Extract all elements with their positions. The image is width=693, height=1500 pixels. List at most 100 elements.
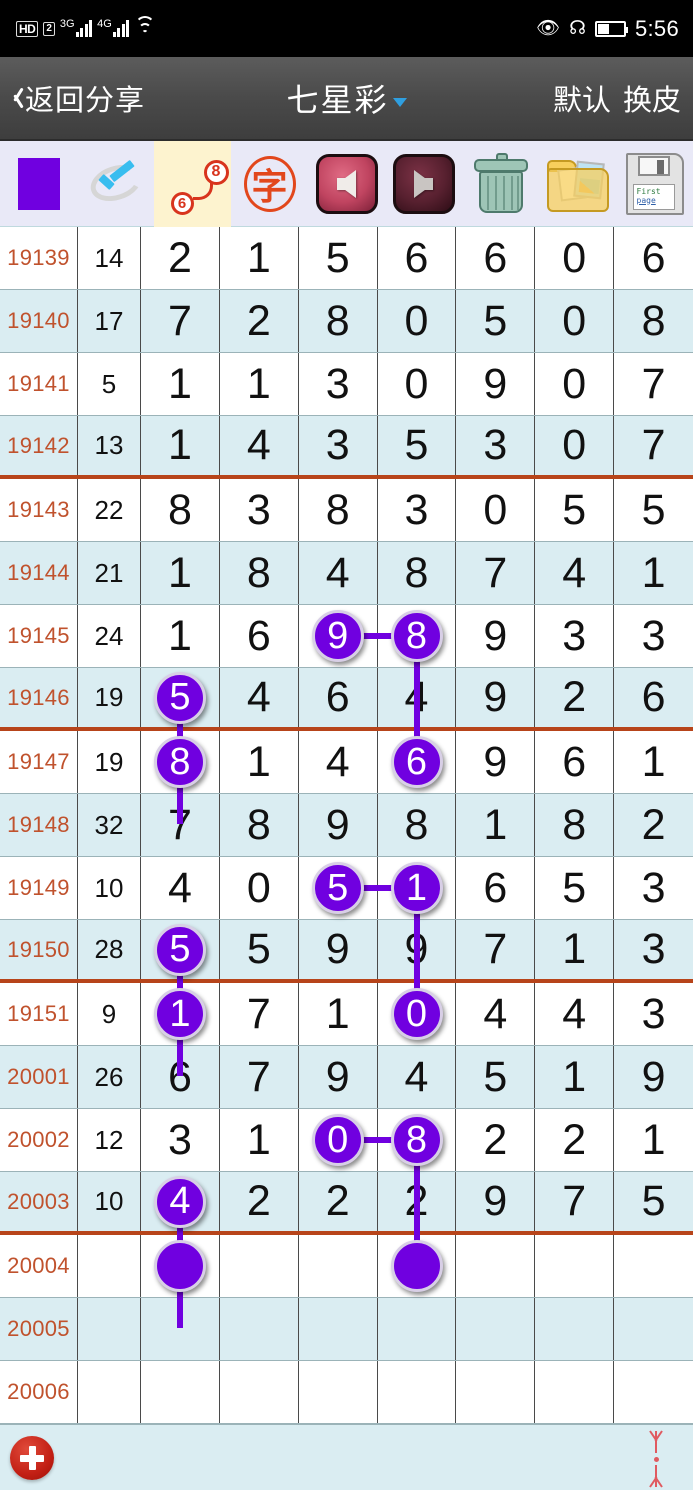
digit-cell[interactable]: 2 (141, 227, 220, 289)
digit-cell[interactable]: 0 (456, 479, 536, 541)
digit-cell[interactable]: 1 (220, 1109, 299, 1171)
digit-cell[interactable]: 3 (535, 605, 615, 667)
digit-cell[interactable] (220, 1298, 299, 1360)
digit-cell[interactable]: 7 (614, 416, 693, 475)
digit-cell[interactable]: 4 (220, 668, 299, 727)
text-mode-button[interactable]: 字 (231, 141, 308, 227)
digit-cell[interactable]: 3 (220, 479, 299, 541)
digit-cell[interactable]: 6 (299, 668, 378, 727)
table-row[interactable]: 20006 (0, 1361, 693, 1424)
digit-cell[interactable]: 1 (220, 353, 299, 415)
highlight-ball[interactable]: 6 (390, 736, 443, 788)
digit-cell[interactable]: 0 (535, 416, 615, 475)
digit-cell[interactable]: 6 (614, 227, 693, 289)
digit-cell[interactable]: 3 (378, 479, 457, 541)
digit-cell[interactable]: 2 (299, 1172, 378, 1231)
digit-cell[interactable]: 5 (141, 920, 220, 1076)
table-row[interactable]: 19145 24 1 6 9 8 9 3 3 (0, 605, 693, 762)
digit-cell[interactable]: 0 (378, 290, 457, 352)
table-row[interactable]: 19147 19 8 1 4 6 9 6 1 (0, 731, 693, 794)
check-mark-button[interactable] (77, 141, 154, 227)
scroll-down-icon[interactable] (643, 1465, 669, 1487)
digit-cell[interactable]: 1 (141, 353, 220, 415)
highlight-ball[interactable]: 5 (153, 923, 206, 976)
table-row[interactable]: 20001 26 6 7 9 4 5 1 9 (0, 1046, 693, 1109)
digit-cell[interactable] (378, 1235, 457, 1297)
highlight-ball[interactable]: 5 (153, 671, 206, 724)
highlight-ball[interactable]: 8 (153, 736, 206, 788)
digit-cell[interactable]: 9 (299, 1046, 378, 1108)
digit-cell[interactable]: 8 (299, 290, 378, 352)
table-row[interactable]: 19144 21 1 8 4 8 7 4 1 (0, 542, 693, 605)
digit-cell[interactable]: 1 (299, 983, 378, 1045)
save-button[interactable]: First page (616, 141, 693, 227)
table-row[interactable]: 19141 5 1 1 3 0 9 0 7 (0, 353, 693, 416)
table-row[interactable]: 20002 12 3 1 0 8 2 2 1 (0, 1109, 693, 1266)
digit-cell[interactable]: 3 (141, 1109, 220, 1171)
connect-numbers-button[interactable]: 6 8 (154, 140, 231, 227)
highlight-ball[interactable]: 5 (311, 862, 364, 914)
digit-cell[interactable]: 9 (299, 605, 416, 667)
change-skin-button[interactable]: 换皮 (623, 77, 681, 119)
digit-cell[interactable]: 7 (456, 920, 536, 979)
digit-cell[interactable]: 5 (535, 857, 615, 919)
digit-cell[interactable]: 8 (220, 542, 299, 604)
digit-cell[interactable]: 1 (456, 794, 536, 856)
digit-cell[interactable]: 6 (378, 731, 457, 793)
digit-cell[interactable]: 6 (456, 227, 536, 289)
digit-cell[interactable]: 1 (614, 542, 693, 604)
digit-cell[interactable]: 4 (220, 416, 299, 475)
digit-cell[interactable]: 4 (141, 1172, 220, 1328)
digit-cell[interactable]: 1 (535, 920, 615, 979)
digit-cell[interactable] (614, 1235, 693, 1297)
digit-cell[interactable]: 8 (378, 794, 457, 856)
highlight-ball[interactable]: 9 (311, 610, 364, 662)
digit-cell[interactable]: 1 (614, 1109, 693, 1171)
digit-cell[interactable]: 4 (535, 542, 615, 604)
digit-cell[interactable]: 5 (141, 668, 220, 824)
digit-cell[interactable]: 2 (535, 1109, 615, 1171)
digit-cell[interactable]: 3 (299, 353, 378, 415)
digit-cell[interactable]: 0 (299, 1109, 416, 1171)
digit-cell[interactable] (535, 1298, 615, 1360)
table-row[interactable]: 19143 22 8 3 8 3 0 5 5 (0, 479, 693, 542)
digit-cell[interactable]: 8 (141, 479, 220, 541)
digit-cell[interactable]: 8 (535, 794, 615, 856)
highlight-ball[interactable] (390, 1240, 443, 1292)
highlight-ball[interactable]: 4 (153, 1175, 206, 1228)
highlight-ball[interactable]: 1 (153, 988, 206, 1040)
digit-cell[interactable]: 7 (614, 353, 693, 415)
digit-cell[interactable] (299, 1361, 378, 1423)
digit-cell[interactable]: 2 (614, 794, 693, 856)
default-theme-button[interactable]: 默认 (553, 77, 611, 119)
digit-cell[interactable]: 9 (456, 668, 536, 727)
digit-cell[interactable] (299, 1235, 378, 1297)
digit-cell[interactable] (220, 1235, 299, 1297)
table-row[interactable]: 19146195464926 (0, 668, 693, 824)
highlight-ball[interactable]: 8 (390, 610, 443, 662)
digit-cell[interactable] (378, 1361, 457, 1423)
digit-cell[interactable]: 3 (299, 416, 378, 475)
digit-cell[interactable]: 3 (614, 605, 693, 667)
digit-cell[interactable]: 2 (535, 668, 615, 727)
digit-cell[interactable] (378, 1298, 457, 1360)
digit-cell[interactable]: 9 (299, 794, 378, 856)
table-row[interactable]: 19140 17 7 2 8 0 5 0 8 (0, 290, 693, 353)
digit-cell[interactable]: 1 (141, 542, 220, 604)
digit-cell[interactable]: 4 (535, 983, 615, 1045)
table-row[interactable]: 19139 14 2 1 5 6 6 0 6 (0, 227, 693, 290)
digit-cell[interactable]: 5 (456, 1046, 536, 1108)
table-row[interactable]: 20004 (0, 1235, 693, 1298)
digit-cell[interactable] (299, 1298, 378, 1360)
digit-cell[interactable]: 9 (456, 1172, 536, 1231)
digit-cell[interactable] (456, 1298, 536, 1360)
digit-cell[interactable]: 5 (614, 479, 693, 541)
highlight-ball[interactable]: 0 (311, 1114, 364, 1166)
table-row[interactable]: 20003104222975 (0, 1172, 693, 1328)
digit-cell[interactable]: 3 (456, 416, 536, 475)
digit-cell[interactable] (614, 1298, 693, 1360)
digit-cell[interactable] (456, 1361, 536, 1423)
digit-cell[interactable]: 0 (378, 983, 457, 1045)
digit-cell[interactable]: 9 (299, 920, 378, 979)
digit-cell[interactable]: 6 (378, 227, 457, 289)
